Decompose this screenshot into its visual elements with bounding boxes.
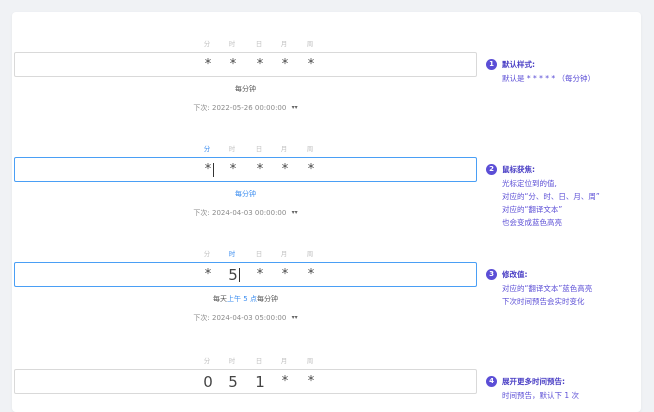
field-label-hour: 时 xyxy=(228,40,236,48)
next-run-time: 2024-04-03 05:00:00 xyxy=(211,314,287,322)
cron-token-day[interactable]: * xyxy=(250,53,270,77)
chevron-double-down-icon[interactable]: ▾▾ xyxy=(292,208,298,218)
cron-token-minute[interactable]: * xyxy=(198,263,218,287)
text-caret xyxy=(213,163,214,177)
cron-example-3: 分 时 日 月 周 * 5 * * * 每天上午 5 点每分钟 下次: 2024… xyxy=(14,248,477,323)
step-badge: 4 xyxy=(486,376,497,387)
cron-token-week[interactable]: * xyxy=(301,53,321,77)
field-labels: 分 时 日 月 周 xyxy=(14,143,477,155)
field-labels: 分 时 日 月 周 xyxy=(14,355,477,367)
cron-token-day[interactable]: * xyxy=(250,158,270,182)
field-labels: 分 时 日 月 周 xyxy=(14,248,477,260)
cron-token-minute[interactable]: * xyxy=(198,158,218,182)
cron-translation: 每天上午 5 点每分钟 xyxy=(213,295,278,303)
note-line: 对应的“翻译文本”蓝色高亮 xyxy=(502,284,593,293)
cron-token-hour[interactable]: 5 xyxy=(223,370,243,394)
field-label-day: 日 xyxy=(255,250,263,258)
cron-example-2: 分 时 日 月 周 * * * * * 每分钟 下次: 2024-04-03 0… xyxy=(14,143,477,218)
cron-token-minute[interactable]: 0 xyxy=(198,370,218,394)
cron-input[interactable]: 0 5 1 * * xyxy=(14,369,477,394)
next-run-label: 下次: xyxy=(193,314,210,322)
cron-example-1: 分 时 日 月 周 * * * * * 每分钟 下次: 2022-05-26 0… xyxy=(14,38,477,113)
cron-token-day[interactable]: 1 xyxy=(250,370,270,394)
step-badge: 2 xyxy=(486,164,497,175)
cron-token-day[interactable]: * xyxy=(250,263,270,287)
step-badge: 3 xyxy=(486,269,497,280)
cron-example-4: 分 时 日 月 周 0 5 1 * * xyxy=(14,355,477,394)
cron-token-month[interactable]: * xyxy=(275,53,295,77)
cron-token-month[interactable]: * xyxy=(275,158,295,182)
chevron-double-down-icon[interactable]: ▾▾ xyxy=(292,313,298,323)
note-title: 鼠标获焦: xyxy=(502,165,535,174)
text-caret xyxy=(239,268,240,282)
step-badge: 1 xyxy=(486,59,497,70)
field-label-month: 月 xyxy=(280,250,288,258)
field-label-week: 周 xyxy=(306,145,314,153)
field-label-day: 日 xyxy=(255,357,263,365)
cron-input[interactable]: * 5 * * * xyxy=(14,262,477,287)
cron-token-hour[interactable]: 5 xyxy=(223,263,243,287)
next-run-preview[interactable]: 下次: 2022-05-26 00:00:00 ▾▾ xyxy=(14,103,477,113)
cron-translation: 每分钟 xyxy=(235,85,256,93)
note-line: 对应的“分、时、日、月、周” xyxy=(502,192,600,201)
note-line: 时间预告，默认下 1 次 xyxy=(502,391,580,400)
next-run-preview[interactable]: 下次: 2024-04-03 00:00:00 ▾▾ xyxy=(14,208,477,218)
field-label-minute: 分 xyxy=(203,40,211,48)
chevron-double-down-icon[interactable]: ▾▾ xyxy=(292,103,298,113)
note-title: 修改值: xyxy=(502,270,528,279)
field-label-month: 月 xyxy=(280,357,288,365)
cron-token-week[interactable]: * xyxy=(301,158,321,182)
cron-input[interactable]: * * * * * xyxy=(14,52,477,77)
field-label-week: 周 xyxy=(306,250,314,258)
note-line: 下次时间预告会实时变化 xyxy=(502,297,585,306)
cron-token-hour[interactable]: * xyxy=(223,53,243,77)
field-label-hour: 时 xyxy=(228,145,236,153)
field-label-week: 周 xyxy=(306,40,314,48)
translation-highlight: 上午 5 点 xyxy=(227,295,257,303)
next-run-label: 下次: xyxy=(193,104,210,112)
cron-translation: 每分钟 xyxy=(235,190,256,198)
field-label-day: 日 xyxy=(255,145,263,153)
cron-token-week[interactable]: * xyxy=(301,370,321,394)
note-title: 默认样式: xyxy=(502,60,535,69)
note-line: 默认是 * * * * * （每分钟） xyxy=(502,74,596,83)
field-label-minute: 分 xyxy=(203,357,211,365)
next-run-label: 下次: xyxy=(193,209,210,217)
next-run-preview[interactable]: 下次: 2024-04-03 05:00:00 ▾▾ xyxy=(14,313,477,323)
field-label-minute: 分 xyxy=(203,250,211,258)
note-line: 也会变成蓝色高亮 xyxy=(502,218,562,227)
field-label-hour: 时 xyxy=(228,357,236,365)
field-labels: 分 时 日 月 周 xyxy=(14,38,477,50)
cron-token-week[interactable]: * xyxy=(301,263,321,287)
note-line: 光标定位到的值, xyxy=(502,179,557,188)
field-label-day: 日 xyxy=(255,40,263,48)
field-label-week: 周 xyxy=(306,357,314,365)
note-line: 对应的“翻译文本” xyxy=(502,205,563,214)
field-label-month: 月 xyxy=(280,145,288,153)
field-label-month: 月 xyxy=(280,40,288,48)
next-run-time: 2024-04-03 00:00:00 xyxy=(211,209,287,217)
cron-token-minute[interactable]: * xyxy=(198,53,218,77)
field-label-hour: 时 xyxy=(228,250,236,258)
cron-input[interactable]: * * * * * xyxy=(14,157,477,182)
field-label-minute: 分 xyxy=(203,145,211,153)
cron-token-hour[interactable]: * xyxy=(223,158,243,182)
cron-token-month[interactable]: * xyxy=(275,370,295,394)
note-title: 展开更多时间预告: xyxy=(502,377,565,386)
next-run-time: 2022-05-26 00:00:00 xyxy=(211,104,287,112)
cron-token-month[interactable]: * xyxy=(275,263,295,287)
